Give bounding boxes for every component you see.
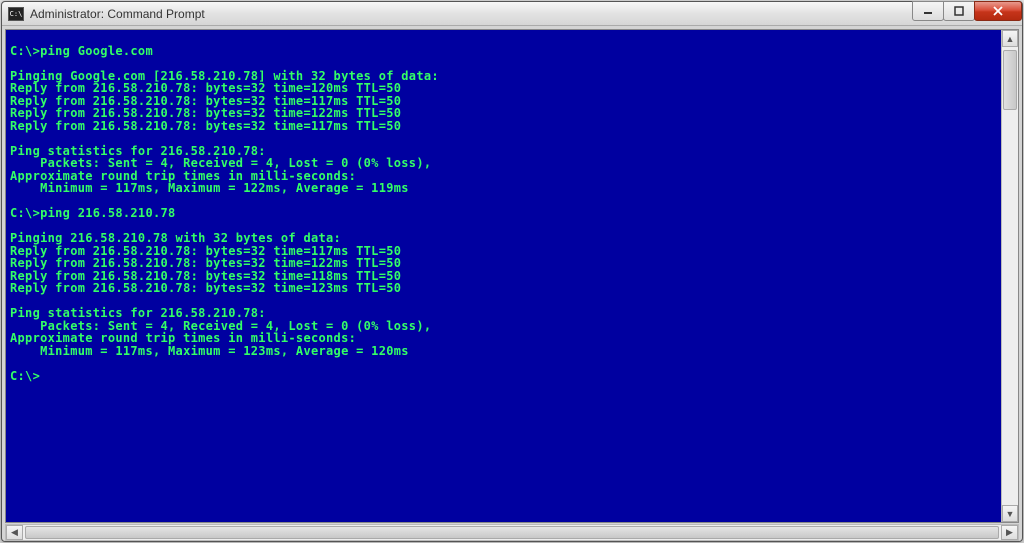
maximize-button[interactable] <box>943 1 975 21</box>
h-scroll-thumb[interactable] <box>25 526 999 539</box>
scroll-down-arrow-icon[interactable]: ▼ <box>1002 505 1018 522</box>
terminal-viewport[interactable]: C:\>ping Google.com Pinging Google.com [… <box>5 29 1019 523</box>
scroll-up-arrow-icon[interactable]: ▲ <box>1002 30 1018 47</box>
scroll-thumb[interactable] <box>1003 50 1017 110</box>
terminal-output: C:\>ping Google.com Pinging Google.com [… <box>6 30 1018 384</box>
minimize-button[interactable] <box>912 1 944 21</box>
titlebar[interactable]: C:\ Administrator: Command Prompt <box>2 2 1022 26</box>
scroll-left-arrow-icon[interactable]: ◀ <box>6 525 23 540</box>
vertical-scrollbar[interactable]: ▲ ▼ <box>1001 30 1018 522</box>
command-prompt-window: C:\ Administrator: Command Prompt C:\>pi… <box>1 1 1023 542</box>
scroll-right-arrow-icon[interactable]: ▶ <box>1001 525 1018 540</box>
close-button[interactable] <box>974 1 1022 21</box>
window-title: Administrator: Command Prompt <box>30 7 205 21</box>
scroll-track[interactable] <box>1002 47 1018 505</box>
horizontal-scrollbar[interactable]: ◀ ▶ <box>5 524 1019 541</box>
window-controls <box>913 1 1022 21</box>
cmd-icon: C:\ <box>8 7 24 21</box>
